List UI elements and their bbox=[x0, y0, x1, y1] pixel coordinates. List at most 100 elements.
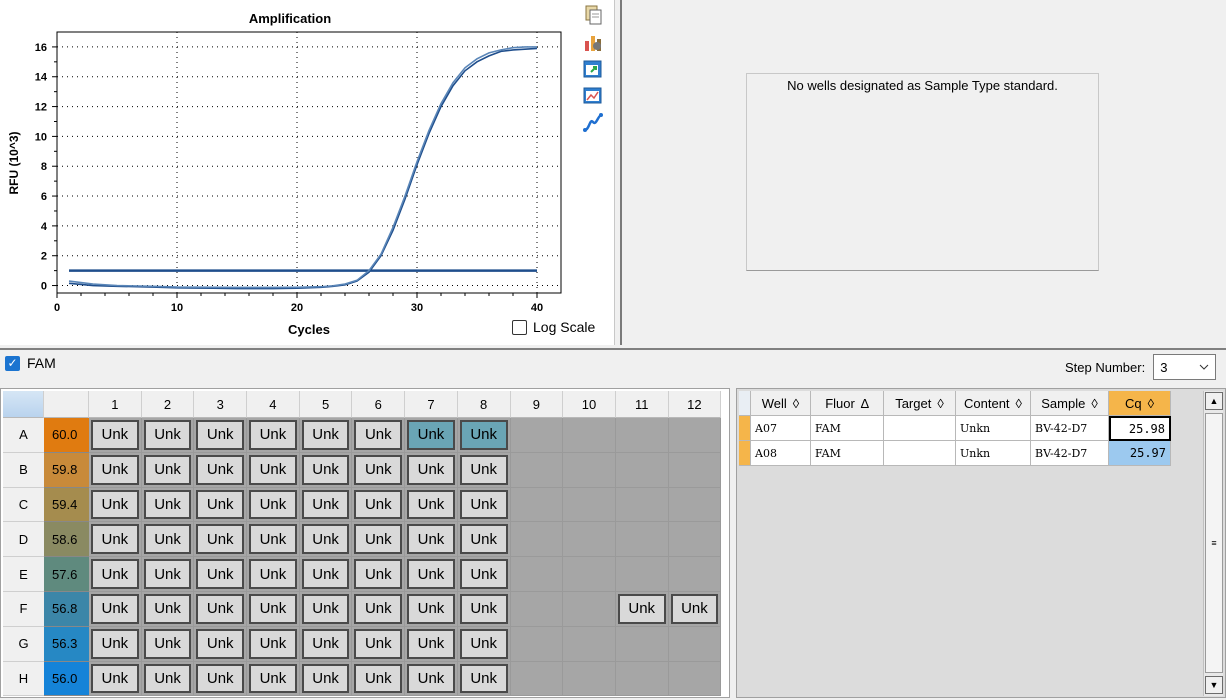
cell-cq[interactable]: 25.98 bbox=[1109, 416, 1171, 441]
plate-cell[interactable] bbox=[615, 487, 669, 523]
plate-cell[interactable]: Unk bbox=[299, 452, 353, 488]
well-A4[interactable]: Unk bbox=[249, 420, 297, 450]
plate-cell[interactable]: Unk bbox=[141, 522, 195, 558]
plate-cell[interactable] bbox=[563, 452, 616, 488]
plate-cell[interactable] bbox=[510, 661, 564, 697]
row-header-H[interactable]: H bbox=[3, 661, 44, 697]
plate-cell[interactable]: Unk bbox=[89, 591, 142, 627]
plate-cell[interactable]: Unk bbox=[89, 626, 142, 662]
plate-cell[interactable]: Unk bbox=[247, 661, 300, 697]
plate-cell[interactable] bbox=[615, 418, 669, 453]
cell-fluor[interactable]: FAM bbox=[811, 441, 884, 466]
plate-cell[interactable]: Unk bbox=[405, 557, 458, 592]
plate-cell[interactable]: Unk bbox=[457, 661, 511, 697]
well-D2[interactable]: Unk bbox=[143, 524, 192, 555]
well-B3[interactable]: Unk bbox=[196, 454, 245, 485]
plate-cell[interactable] bbox=[615, 661, 669, 697]
plate-cell[interactable]: Unk bbox=[299, 661, 353, 697]
step-number-select[interactable]: 3 bbox=[1153, 354, 1217, 380]
plate-cell[interactable]: Unk bbox=[89, 452, 142, 488]
column-header-3[interactable]: 3 bbox=[194, 391, 248, 418]
plate-cell[interactable]: Unk bbox=[405, 626, 458, 662]
amplification-chart[interactable]: Amplification Cycles RFU (10^3) 0 10 20 30 4… bbox=[0, 0, 582, 345]
results-scrollbar[interactable]: ▲ ≡ ▼ bbox=[1203, 391, 1223, 696]
plate-cell[interactable]: Unk bbox=[457, 626, 511, 662]
plate-cell[interactable]: Unk bbox=[405, 487, 458, 523]
well-C4[interactable]: Unk bbox=[249, 489, 297, 520]
plate-cell[interactable] bbox=[668, 418, 722, 453]
row-header-A[interactable]: A bbox=[3, 418, 44, 453]
plate-cell[interactable]: Unk bbox=[247, 452, 300, 488]
well-F5[interactable]: Unk bbox=[301, 593, 350, 624]
well-E4[interactable]: Unk bbox=[249, 559, 297, 589]
plate-cell[interactable]: Unk bbox=[89, 661, 142, 697]
plate-cell[interactable]: Unk bbox=[352, 591, 406, 627]
cell-fluor[interactable]: FAM bbox=[811, 416, 884, 441]
plate-cell[interactable] bbox=[615, 452, 669, 488]
well-H8[interactable]: Unk bbox=[459, 663, 508, 694]
plate-cell[interactable] bbox=[668, 522, 722, 558]
plate-cell[interactable]: Unk bbox=[299, 418, 353, 453]
cell-target[interactable] bbox=[884, 441, 956, 466]
well-H1[interactable]: Unk bbox=[91, 663, 139, 694]
plate-cell[interactable]: Unk bbox=[668, 591, 722, 627]
plate-cell[interactable]: Unk bbox=[457, 418, 511, 453]
plate-cell[interactable]: Unk bbox=[247, 418, 300, 453]
column-header-cq[interactable]: Cq ◊ bbox=[1109, 391, 1171, 416]
plate-cell[interactable]: Unk bbox=[89, 557, 142, 592]
plate-cell[interactable] bbox=[510, 591, 564, 627]
well-G6[interactable]: Unk bbox=[354, 628, 403, 659]
plate-cell[interactable]: Unk bbox=[352, 418, 406, 453]
plate-cell[interactable]: Unk bbox=[247, 487, 300, 523]
well-B8[interactable]: Unk bbox=[459, 454, 508, 485]
plate-cell[interactable]: Unk bbox=[352, 487, 406, 523]
well-D1[interactable]: Unk bbox=[91, 524, 139, 555]
well-F12[interactable]: Unk bbox=[670, 593, 719, 624]
plate-cell[interactable]: Unk bbox=[352, 557, 406, 592]
well-F6[interactable]: Unk bbox=[354, 593, 403, 624]
well-B1[interactable]: Unk bbox=[91, 454, 139, 485]
well-F8[interactable]: Unk bbox=[459, 593, 508, 624]
well-F7[interactable]: Unk bbox=[407, 593, 455, 624]
scroll-down-button[interactable]: ▼ bbox=[1205, 676, 1223, 694]
well-E2[interactable]: Unk bbox=[143, 559, 192, 589]
plate-corner[interactable] bbox=[3, 391, 44, 418]
well-G7[interactable]: Unk bbox=[407, 628, 455, 659]
well-C6[interactable]: Unk bbox=[354, 489, 403, 520]
well-A2[interactable]: Unk bbox=[143, 420, 192, 450]
zoom-icon[interactable] bbox=[582, 85, 604, 107]
plate-cell[interactable] bbox=[615, 626, 669, 662]
plate-cell[interactable] bbox=[563, 661, 616, 697]
plate-cell[interactable]: Unk bbox=[299, 626, 353, 662]
plate-cell[interactable] bbox=[668, 661, 722, 697]
well-A7[interactable]: Unk bbox=[407, 420, 455, 450]
plate-cell[interactable]: Unk bbox=[141, 557, 195, 592]
well-A8[interactable]: Unk bbox=[459, 420, 508, 450]
plate-cell[interactable]: Unk bbox=[194, 591, 248, 627]
table-row[interactable]: A08 FAM Unkn BV-42-D7 25.97 bbox=[739, 441, 1204, 466]
well-E8[interactable]: Unk bbox=[459, 559, 508, 589]
horizontal-splitter[interactable] bbox=[0, 345, 1226, 350]
well-E7[interactable]: Unk bbox=[407, 559, 455, 589]
sort-icon[interactable]: ◊ bbox=[1016, 396, 1022, 411]
plate-cell[interactable]: Unk bbox=[247, 522, 300, 558]
plate-cell[interactable]: Unk bbox=[89, 487, 142, 523]
plate-cell[interactable] bbox=[510, 487, 564, 523]
plate-cell[interactable]: Unk bbox=[352, 522, 406, 558]
column-header-11[interactable]: 11 bbox=[615, 391, 669, 418]
plate-cell[interactable]: Unk bbox=[299, 487, 353, 523]
column-header-content[interactable]: Content ◊ bbox=[956, 391, 1031, 416]
well-B2[interactable]: Unk bbox=[143, 454, 192, 485]
well-G5[interactable]: Unk bbox=[301, 628, 350, 659]
plate-cell[interactable] bbox=[668, 452, 722, 488]
well-C3[interactable]: Unk bbox=[196, 489, 245, 520]
column-header-well[interactable]: Well ◊ bbox=[751, 391, 811, 416]
sort-icon[interactable]: ◊ bbox=[937, 396, 943, 411]
fluor-filter[interactable]: ✓ FAM bbox=[5, 355, 56, 371]
plate-cell[interactable]: Unk bbox=[405, 522, 458, 558]
column-header-9[interactable]: 9 bbox=[510, 391, 564, 418]
well-B6[interactable]: Unk bbox=[354, 454, 403, 485]
well-B7[interactable]: Unk bbox=[407, 454, 455, 485]
plate-cell[interactable]: Unk bbox=[141, 418, 195, 453]
plate-cell[interactable]: Unk bbox=[194, 452, 248, 488]
